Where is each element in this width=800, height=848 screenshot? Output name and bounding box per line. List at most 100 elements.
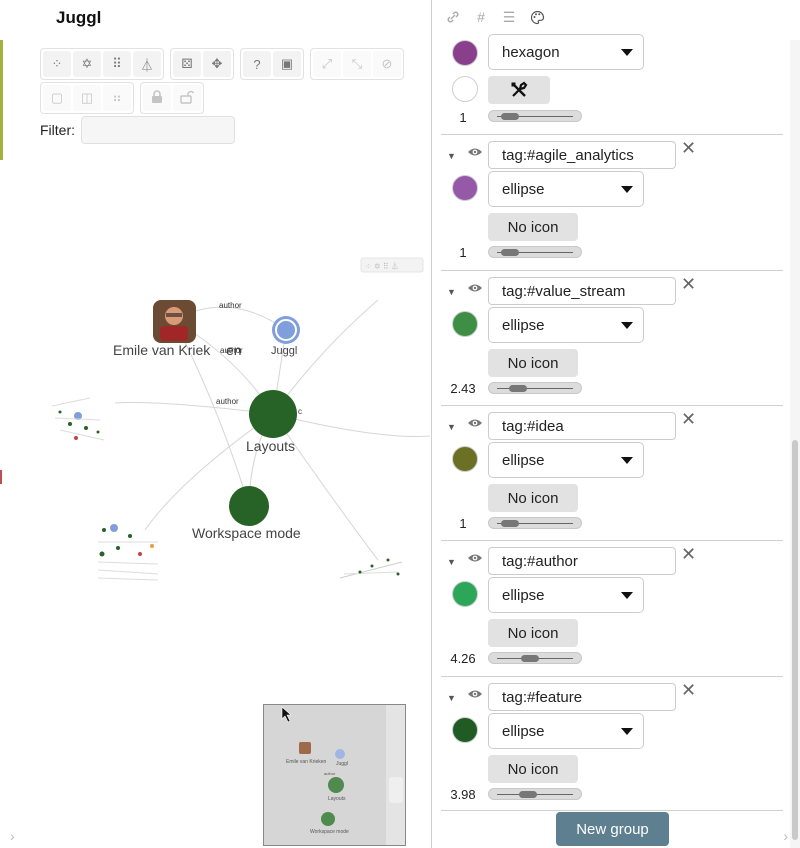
style-group-top: hexagon 1 (441, 30, 783, 134)
minimap[interactable]: Emile van Krieken Juggl author Layouts W… (263, 704, 406, 846)
group-size-slider[interactable] (488, 110, 582, 122)
group-shape-select[interactable]: ellipse (488, 442, 644, 478)
group-icon-color-swatch[interactable] (452, 76, 478, 102)
filter-row: Filter: (40, 116, 235, 144)
tab-list[interactable]: ☰ (501, 8, 517, 26)
group-query-input[interactable]: tag:#agile_analytics (488, 141, 676, 169)
help-button[interactable]: ? (243, 51, 271, 77)
unlock-button[interactable] (173, 85, 201, 111)
node-emile[interactable] (153, 300, 196, 343)
collapse-button[interactable]: ⤡ (343, 51, 371, 77)
collapse-chevron-icon[interactable]: ▼ (447, 287, 456, 297)
lock-button[interactable] (143, 85, 171, 111)
new-group-button[interactable]: New group (556, 812, 669, 846)
group-size-slider[interactable] (488, 652, 582, 664)
group-color-swatch[interactable] (452, 311, 478, 337)
minimap-label-author: author (324, 771, 336, 776)
graph-pane: Juggl ⁘ ✡ ⠿ ⏃ ⚄ ✥ ? ▣ ⤢ ⤡ ⊘ ▢ ◫ ⠶ Filter… (0, 0, 432, 848)
unlock-icon (180, 90, 195, 107)
cose-layout-icon: ✡ (81, 56, 93, 71)
node-label-emile: Emile van Kriek (113, 342, 211, 358)
group-shape-select[interactable]: ellipse (488, 307, 644, 343)
minimap-label-emile: Emile van Krieken (286, 759, 327, 765)
group-query-input[interactable]: tag:#author (488, 547, 676, 575)
group-size-slider[interactable] (488, 246, 582, 258)
selection-button-group: ▢ ◫ ⠶ (40, 82, 134, 114)
group-shape-select[interactable]: hexagon (488, 34, 644, 70)
group-color-swatch[interactable] (452, 717, 478, 743)
hide-button[interactable]: ⊘ (373, 51, 401, 77)
hierarchy-layout-icon: ⏃ (140, 57, 154, 73)
select-neighbors-button[interactable]: ⠶ (103, 85, 131, 111)
minimap-label-workspace: Workspace mode (310, 829, 349, 835)
group-query-input[interactable]: tag:#idea (488, 412, 676, 440)
shuffle-button[interactable]: ⚄ (173, 51, 201, 77)
view-button-group: ⚄ ✥ (170, 48, 234, 80)
edge-label-author-3: author (216, 397, 239, 406)
group-size-value: 1 (459, 516, 467, 531)
group-icon-button[interactable] (488, 76, 550, 104)
right-collapse-chevron-icon[interactable]: › (783, 828, 788, 844)
grid-layout-icon: ⠿ (112, 56, 122, 71)
hierarchy-layout-button[interactable]: ⏃ (133, 51, 161, 77)
group-icon-button[interactable]: No icon (488, 349, 578, 377)
style-group: ▼ tag:#feature ✕ ellipse No icon 3.98 (441, 677, 783, 812)
invert-selection-button[interactable]: ◫ (73, 85, 101, 111)
collapse-chevron-icon[interactable]: ▼ (447, 151, 456, 161)
remove-group-close-icon[interactable]: ✕ (681, 680, 696, 701)
fit-view-button[interactable]: ✥ (203, 51, 231, 77)
node-juggl[interactable] (272, 316, 300, 344)
grid-layout-button[interactable]: ⠿ (103, 51, 131, 77)
group-size-value: 1 (459, 245, 467, 260)
group-shape-select[interactable]: ellipse (488, 171, 644, 207)
left-collapse-chevron-icon[interactable]: › (10, 828, 15, 844)
group-size-value: 2.43 (450, 381, 476, 396)
save-button[interactable]: ▣ (273, 51, 301, 77)
select-all-button[interactable]: ▢ (43, 85, 71, 111)
filter-input[interactable] (81, 116, 235, 144)
collapse-chevron-icon[interactable]: ▼ (447, 557, 456, 567)
select-neighbors-icon: ⠶ (112, 90, 122, 105)
svg-text:⁘ ✡ ⠿ ⏃: ⁘ ✡ ⠿ ⏃ (365, 261, 399, 271)
group-size-slider[interactable] (488, 517, 582, 529)
group-shape-value: ellipse (502, 317, 545, 334)
collapse-chevron-icon[interactable]: ▼ (447, 422, 456, 432)
group-shape-select[interactable]: ellipse (488, 577, 644, 613)
group-icon-button[interactable]: No icon (488, 484, 578, 512)
group-color-swatch[interactable] (452, 40, 478, 66)
edge-label-author-1: author (219, 301, 242, 310)
window-edge-accent (0, 40, 3, 160)
node-label-layouts: Layouts (246, 438, 295, 454)
tab-style[interactable] (529, 8, 545, 26)
group-query-input[interactable]: tag:#value_stream (488, 277, 676, 305)
group-shape-value: ellipse (502, 587, 545, 604)
group-color-swatch[interactable] (452, 581, 478, 607)
group-size-slider[interactable] (488, 382, 582, 394)
collapse-chevron-icon[interactable]: ▼ (447, 693, 456, 703)
minimap-scroll-handle (389, 777, 403, 803)
settings-scrollbar-thumb[interactable] (792, 440, 798, 840)
expand-button[interactable]: ⤢ (313, 51, 341, 77)
tab-links[interactable] (445, 8, 461, 26)
cose-layout-button[interactable]: ✡ (73, 51, 101, 77)
group-icon-button[interactable]: No icon (488, 755, 578, 783)
group-icon-button[interactable]: No icon (488, 213, 578, 241)
remove-group-close-icon[interactable]: ✕ (681, 544, 696, 565)
dropdown-caret-icon (621, 49, 633, 56)
distant-cluster-right (339, 558, 403, 579)
toolbar-row-1: ⁘ ✡ ⠿ ⏃ ⚄ ✥ ? ▣ ⤢ ⤡ ⊘ (40, 48, 404, 80)
group-color-swatch[interactable] (452, 446, 478, 472)
node-workspace[interactable] (229, 486, 269, 526)
group-shape-select[interactable]: ellipse (488, 713, 644, 749)
node-label-juggl: Juggl (271, 345, 297, 357)
tab-tags[interactable]: # (473, 8, 489, 26)
remove-group-close-icon[interactable]: ✕ (681, 409, 696, 430)
group-icon-button[interactable]: No icon (488, 619, 578, 647)
group-size-slider[interactable] (488, 788, 582, 800)
remove-group-close-icon[interactable]: ✕ (681, 138, 696, 159)
random-layout-button[interactable]: ⁘ (43, 51, 71, 77)
remove-group-close-icon[interactable]: ✕ (681, 274, 696, 295)
group-color-swatch[interactable] (452, 175, 478, 201)
group-query-input[interactable]: tag:#feature (488, 683, 676, 711)
node-layouts[interactable] (249, 390, 297, 438)
